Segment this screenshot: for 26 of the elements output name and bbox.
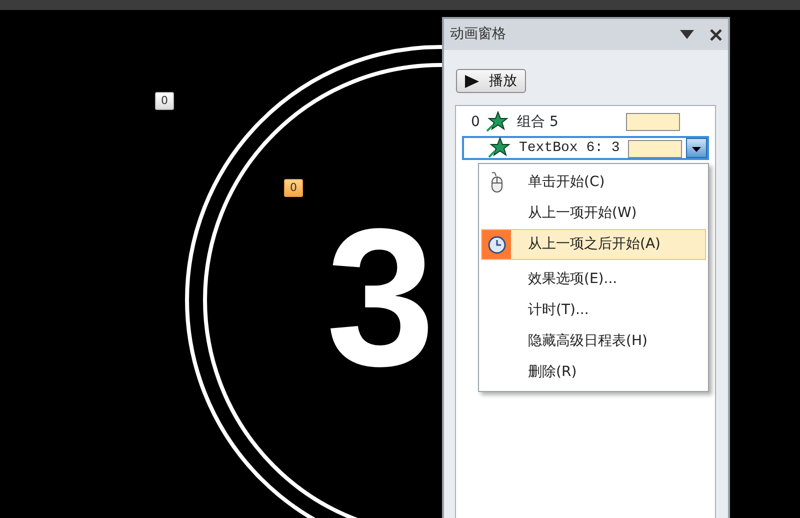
menu-item[interactable]: 效果选项(E)... <box>481 264 706 295</box>
dropdown-arrow-icon[interactable] <box>680 30 694 39</box>
star-effect-icon <box>487 137 513 159</box>
timing-bar <box>628 140 682 158</box>
pane-title: 动画窗格 <box>450 25 506 44</box>
animation-list-item[interactable]: TextBox 6: 3 <box>462 136 709 160</box>
menu-item[interactable]: 从上一项之后开始(A) <box>481 229 706 260</box>
menu-item[interactable]: 单击开始(C) <box>481 167 706 198</box>
animation-order-tag[interactable]: 0 <box>155 92 174 110</box>
star-effect-icon <box>485 111 511 133</box>
animation-order-tag[interactable]: 0 <box>284 179 303 197</box>
play-icon <box>465 74 479 88</box>
animation-list-item[interactable]: 0 组合 5 <box>462 108 709 136</box>
timing-bar <box>626 113 680 131</box>
clock-icon <box>488 236 506 254</box>
close-icon[interactable] <box>710 28 722 40</box>
play-button[interactable]: 播放 <box>456 69 526 93</box>
menu-item[interactable]: 隐藏高级日程表(H) <box>481 326 706 357</box>
menu-item[interactable]: 从上一项开始(W) <box>481 198 706 229</box>
dropdown-arrow-icon <box>692 147 701 152</box>
order-number: 0 <box>471 112 481 132</box>
slide-number: 3 <box>326 200 436 396</box>
mouse-icon <box>488 172 504 194</box>
dropdown-button[interactable] <box>686 138 707 158</box>
menu-item[interactable]: 删除(R) <box>481 357 706 388</box>
menu-item[interactable]: 计时(T)... <box>481 295 706 326</box>
